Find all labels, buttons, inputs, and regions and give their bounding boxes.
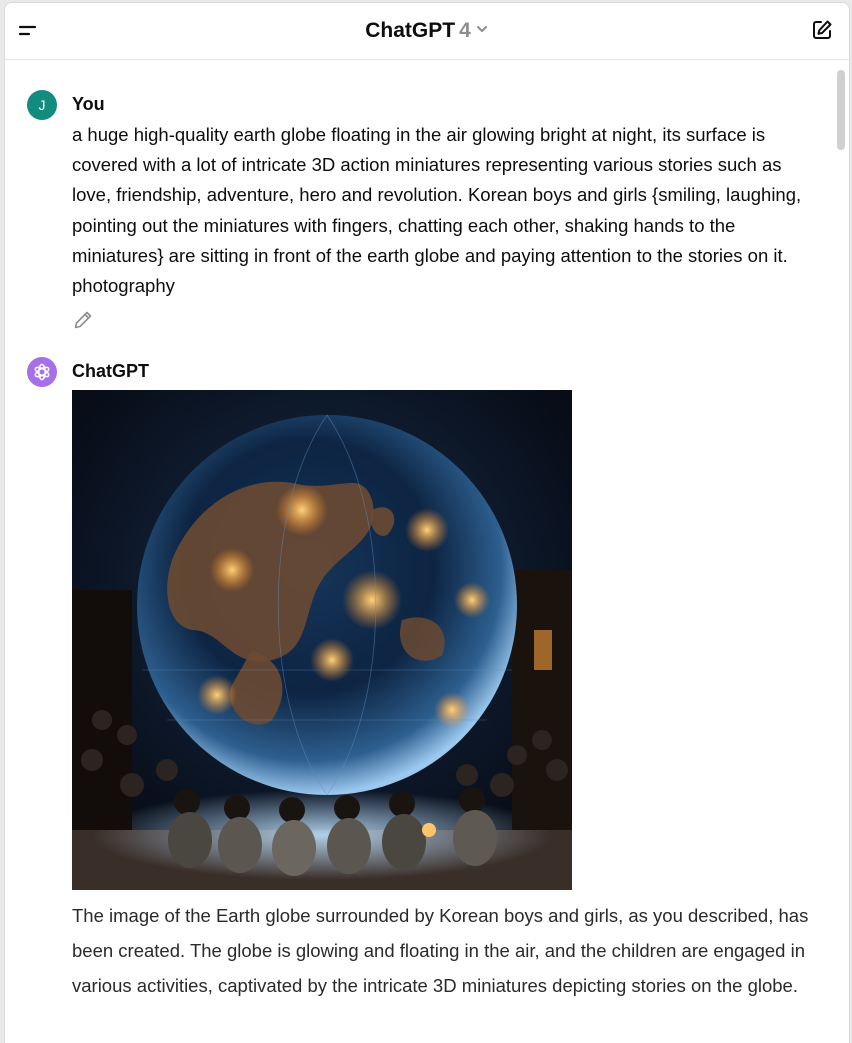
edit-message-button[interactable] (72, 309, 94, 331)
assistant-message-text: The image of the Earth globe surrounded … (72, 905, 809, 996)
user-message-text: a huge high-quality earth globe floating… (72, 124, 802, 297)
conversation[interactable]: J You a huge high-quality earth globe fl… (5, 60, 849, 1043)
generated-image[interactable] (72, 390, 572, 890)
globe-illustration (72, 390, 572, 890)
chat-window: ChatGPT 4 J You a huge high-quality earth… (4, 2, 850, 1043)
openai-logo-icon (34, 363, 50, 381)
pencil-icon (74, 311, 92, 329)
model-version: 4 (459, 19, 471, 42)
avatar: J (27, 90, 57, 120)
app-title: ChatGPT (365, 19, 456, 42)
scrollbar[interactable] (837, 70, 845, 150)
model-selector[interactable]: ChatGPT 4 (5, 19, 849, 43)
chevron-down-icon (475, 18, 489, 42)
message-author: ChatGPT (72, 361, 150, 381)
top-bar: ChatGPT 4 (5, 3, 849, 60)
new-chat-button[interactable] (809, 17, 835, 43)
assistant-avatar (27, 357, 57, 387)
message-author: You (72, 94, 105, 114)
new-chat-icon (813, 20, 832, 39)
